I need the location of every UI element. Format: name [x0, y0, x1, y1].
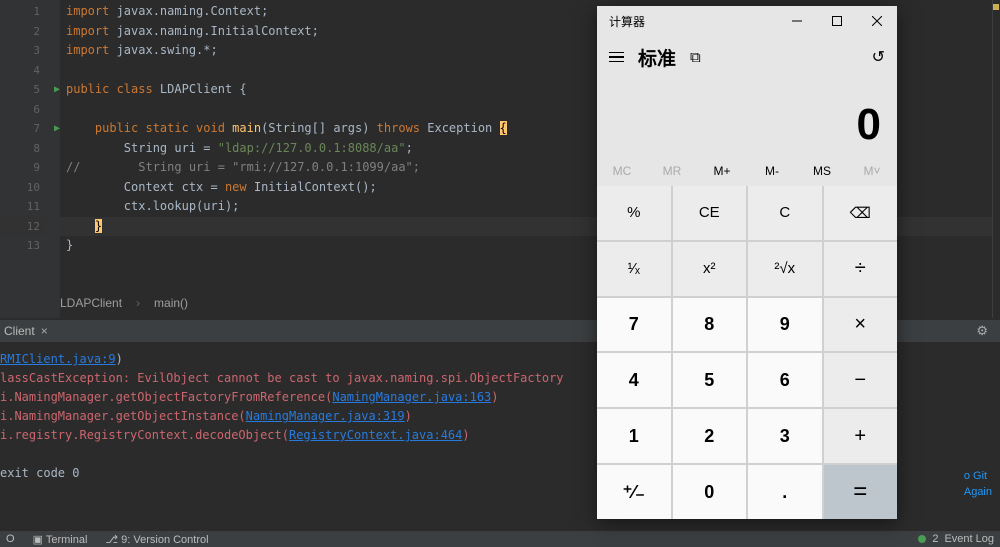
gear-icon[interactable]: ⚙ [976, 323, 988, 339]
warning-stripe-icon[interactable] [993, 4, 999, 10]
ms-button[interactable]: MS [797, 156, 847, 186]
terminal-tool[interactable]: ▣ Terminal [33, 533, 88, 546]
calc-titlebar[interactable]: 计算器 [597, 6, 897, 36]
calc-key-9[interactable]: 9 [748, 298, 822, 352]
mc-button[interactable]: MC [597, 156, 647, 186]
calc-key-÷[interactable]: ÷ [824, 242, 898, 296]
run-gutter-icon[interactable]: ▶ [54, 84, 60, 95]
calc-key-=[interactable]: = [824, 465, 898, 519]
calc-key-−[interactable]: − [824, 353, 898, 407]
calc-key-7[interactable]: 7 [597, 298, 671, 352]
calc-key-+[interactable]: + [824, 409, 898, 463]
calc-title: 计算器 [597, 13, 777, 30]
hamburger-icon[interactable] [609, 52, 624, 63]
stacktrace-link[interactable]: RMIClient.java:9 [0, 352, 116, 366]
fold-column [46, 0, 60, 318]
line-number: 5▶ [0, 80, 46, 100]
line-number: 12 [0, 217, 46, 237]
mlist-button[interactable]: M˅ [847, 156, 897, 186]
calc-key-%[interactable]: % [597, 186, 671, 240]
line-number: 6 [0, 100, 46, 120]
version-control-tool[interactable]: ⎇ 9: Version Control [105, 533, 208, 546]
line-number: 11 [0, 197, 46, 217]
calculator-window: 计算器 标准 ⧉ ↺ 0 MC MR M+ M- MS M˅ %CEC⌫ ¹⁄ₓx… [597, 6, 897, 519]
line-number: 2 [0, 22, 46, 42]
again-link[interactable]: Again [964, 486, 992, 498]
calc-header: 标准 ⧉ ↺ [597, 36, 897, 78]
status-o[interactable]: O [6, 533, 15, 545]
mr-button[interactable]: MR [647, 156, 697, 186]
keep-on-top-icon[interactable]: ⧉ [690, 49, 701, 66]
line-number: 13 [0, 236, 46, 256]
line-number: 7▶ [0, 119, 46, 139]
calc-key-3[interactable]: 3 [748, 409, 822, 463]
calc-key-×[interactable]: × [824, 298, 898, 352]
breadcrumb-method[interactable]: main() [136, 296, 188, 310]
git-link[interactable]: o Git [964, 470, 987, 482]
calc-key-x²[interactable]: x² [673, 242, 747, 296]
editor-right-margin [992, 0, 1000, 318]
calc-key-²√x[interactable]: ²√x [748, 242, 822, 296]
calc-key-6[interactable]: 6 [748, 353, 822, 407]
breadcrumb-class[interactable]: LDAPClient [60, 296, 122, 310]
calc-key-CE[interactable]: CE [673, 186, 747, 240]
line-number: 1 [0, 2, 46, 22]
gutter: 1 2 3 4 5▶ 6 7▶ 8 9 10 11 12 13 [0, 0, 46, 318]
line-number: 4 [0, 61, 46, 81]
line-number: 10 [0, 178, 46, 198]
calc-display: 0 [597, 78, 897, 156]
status-dot-icon [918, 535, 926, 543]
event-log[interactable]: 2 Event Log [918, 533, 994, 545]
notification-links: o Git Again [964, 470, 992, 498]
breadcrumb[interactable]: LDAPClient main() [60, 296, 188, 310]
calc-mode-label: 标准 [638, 44, 676, 71]
calc-key-⁺⁄₋[interactable]: ⁺⁄₋ [597, 465, 671, 519]
calc-key-¹⁄ₓ[interactable]: ¹⁄ₓ [597, 242, 671, 296]
calc-key-0[interactable]: 0 [673, 465, 747, 519]
calc-key-5[interactable]: 5 [673, 353, 747, 407]
stacktrace-link[interactable]: NamingManager.java:163 [332, 390, 491, 404]
line-number: 3 [0, 41, 46, 61]
minimize-button[interactable] [777, 6, 817, 36]
line-number: 9 [0, 158, 46, 178]
maximize-button[interactable] [817, 6, 857, 36]
stacktrace-link[interactable]: NamingManager.java:319 [246, 409, 405, 423]
run-gutter-icon[interactable]: ▶ [54, 123, 60, 134]
memory-row: MC MR M+ M- MS M˅ [597, 156, 897, 186]
calc-keypad: %CEC⌫ ¹⁄ₓx²²√x÷ 789× 456− 123+ ⁺⁄₋0.= [597, 186, 897, 519]
status-bar: O ▣ Terminal ⎇ 9: Version Control 2 Even… [0, 531, 1000, 547]
calc-key-C[interactable]: C [748, 186, 822, 240]
line-number: 8 [0, 139, 46, 159]
calc-key-8[interactable]: 8 [673, 298, 747, 352]
calc-key-4[interactable]: 4 [597, 353, 671, 407]
stacktrace-link[interactable]: RegistryContext.java:464 [289, 428, 462, 442]
close-icon[interactable]: × [41, 324, 48, 338]
mplus-button[interactable]: M+ [697, 156, 747, 186]
history-icon[interactable]: ↺ [872, 47, 885, 67]
calc-key-.[interactable]: . [748, 465, 822, 519]
mminus-button[interactable]: M- [747, 156, 797, 186]
calc-key-1[interactable]: 1 [597, 409, 671, 463]
calc-key-2[interactable]: 2 [673, 409, 747, 463]
close-button[interactable] [857, 6, 897, 36]
calc-key-⌫[interactable]: ⌫ [824, 186, 898, 240]
